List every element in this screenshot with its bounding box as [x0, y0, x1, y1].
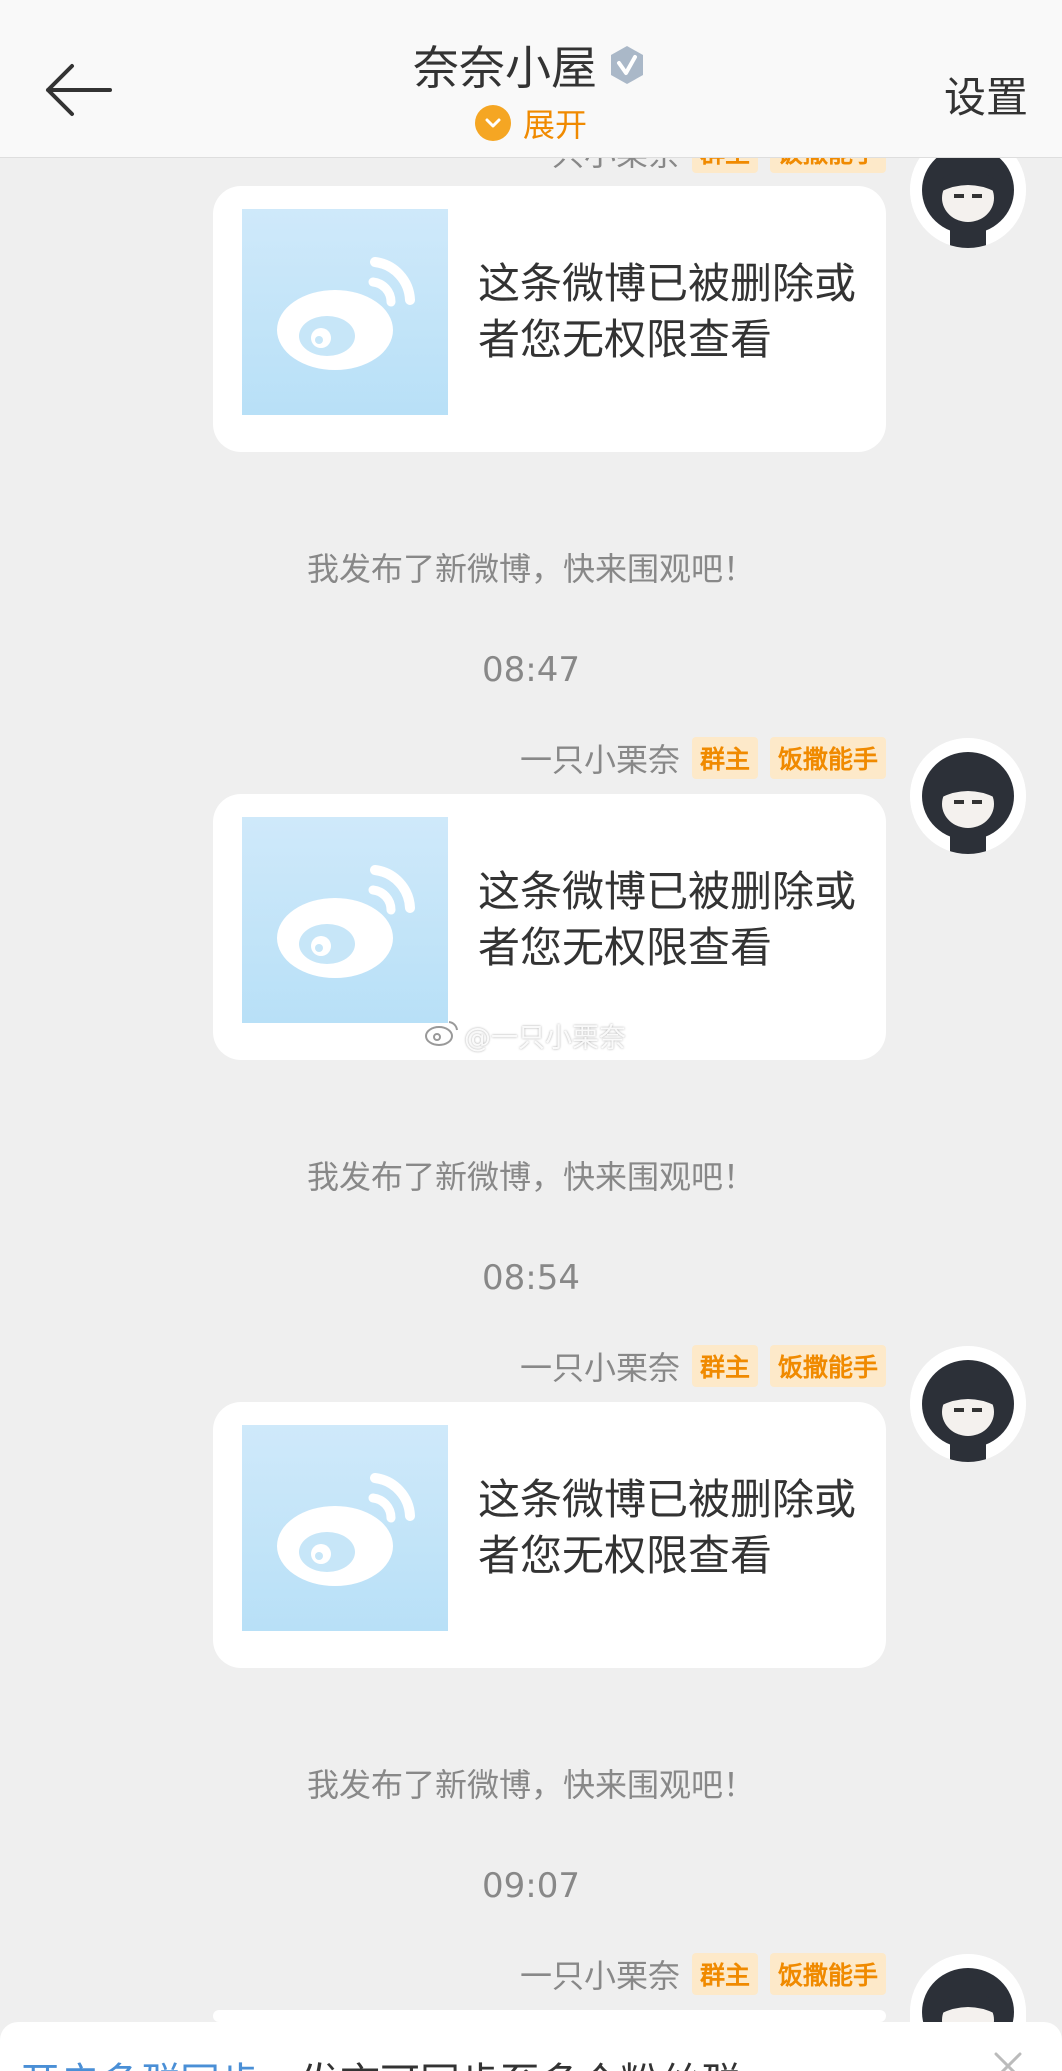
- sender-name[interactable]: 一只小栗奈: [520, 735, 680, 781]
- sender-name[interactable]: 一只小栗奈: [520, 1951, 680, 1997]
- deleted-weibo-text: 这条微博已被删除或者您无权限查看: [478, 259, 857, 364]
- chat-header: 奈奈小屋 展开 设置: [0, 0, 1062, 158]
- title-area: 奈奈小屋: [0, 32, 1062, 98]
- avatar[interactable]: [910, 1954, 1026, 2022]
- timestamp: 08:54: [482, 1258, 580, 1298]
- sender-row: 一只小栗奈 群主 饭撒能手: [520, 1951, 886, 1997]
- system-message: 我发布了新微博，快来围观吧！: [306, 550, 755, 588]
- group-title-text: 奈奈小屋: [413, 41, 597, 95]
- expand-toggle[interactable]: 展开: [0, 100, 1062, 146]
- avatar[interactable]: [910, 1346, 1026, 1462]
- expand-label: 展开: [522, 106, 587, 144]
- sender-name[interactable]: 一只小栗奈: [520, 1343, 680, 1389]
- close-icon[interactable]: [988, 2046, 1028, 2071]
- owner-badge: 群主: [691, 1953, 758, 1995]
- avatar[interactable]: [910, 738, 1026, 854]
- owner-badge: 群主: [691, 1345, 758, 1387]
- weibo-card[interactable]: 这条微博已被删除或者您无权限查看: [213, 1402, 886, 1668]
- deleted-weibo-text: 这条微博已被删除或者您无权限查看: [478, 1475, 857, 1580]
- weibo-logo-icon: [242, 1425, 448, 1631]
- weibo-card[interactable]: 这条微博已被删除或者您无权限查看: [213, 186, 886, 452]
- weibo-logo-icon: [242, 817, 448, 1023]
- timestamp: 08:47: [482, 650, 580, 690]
- watermark: @一只小栗奈: [424, 1016, 626, 1055]
- multi-group-sync-bar: 开启多群同步 发言可同步至多个粉丝群: [0, 2022, 1062, 2071]
- verified-group-icon: [605, 43, 649, 87]
- watermark-text: @一只小栗奈: [464, 1023, 626, 1054]
- group-title: 奈奈小屋: [413, 32, 649, 98]
- chevron-down-icon: [474, 105, 511, 141]
- timestamp: 09:07: [482, 1866, 580, 1906]
- fan-badge: 饭撒能手: [769, 737, 886, 779]
- system-message: 我发布了新微博，快来围观吧！: [306, 1766, 755, 1804]
- system-message: 我发布了新微博，快来围观吧！: [306, 1158, 755, 1196]
- owner-badge: 群主: [691, 737, 758, 779]
- enable-sync-link[interactable]: 开启多群同步: [20, 2050, 260, 2071]
- sync-description: 发言可同步至多个粉丝群: [300, 2050, 740, 2071]
- fan-badge: 饭撒能手: [769, 1345, 886, 1387]
- fan-badge: 饭撒能手: [769, 1953, 886, 1995]
- sender-row: 一只小栗奈 群主 饭撒能手: [520, 1343, 886, 1389]
- sender-row: 一只小栗奈 群主 饭撒能手: [520, 735, 886, 781]
- weibo-logo-icon: [242, 209, 448, 415]
- weibo-watermark-icon: [424, 1018, 460, 1053]
- settings-button[interactable]: 设置: [944, 64, 1028, 125]
- weibo-card[interactable]: [213, 2010, 886, 2022]
- deleted-weibo-text: 这条微博已被删除或者您无权限查看: [478, 867, 857, 972]
